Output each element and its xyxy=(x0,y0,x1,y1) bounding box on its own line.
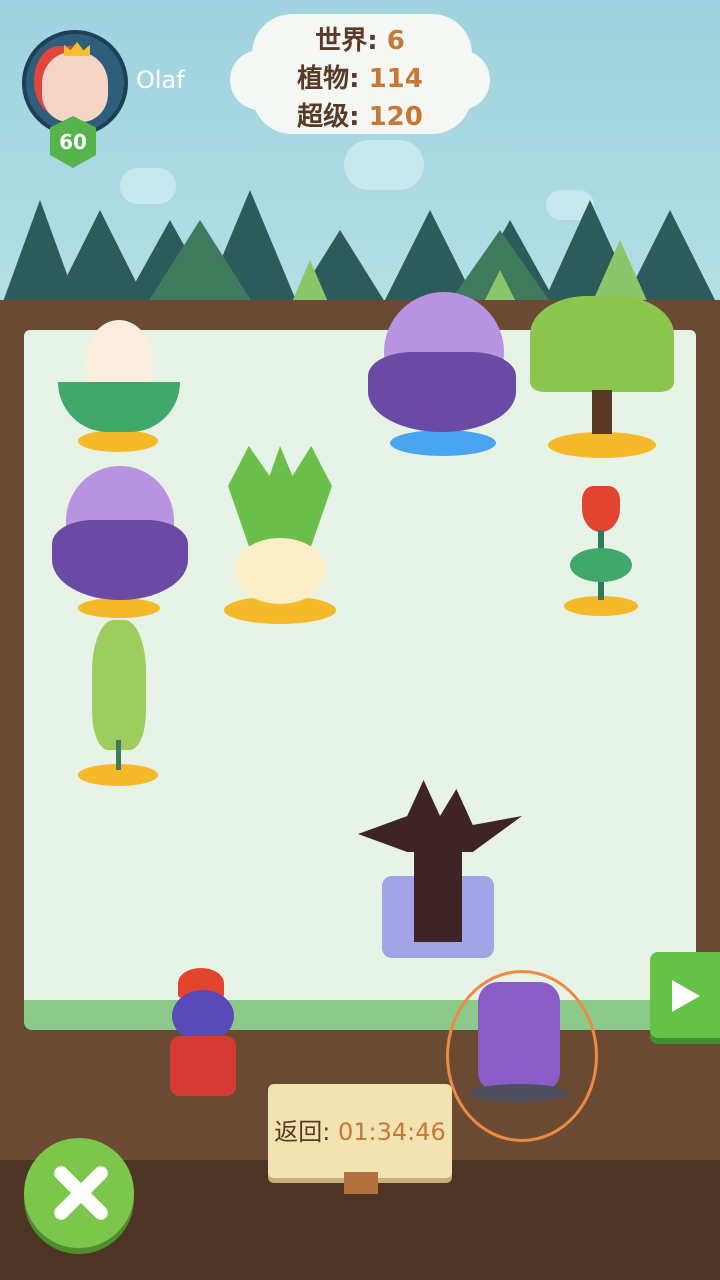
tree-trunk xyxy=(592,390,612,434)
plant-white-bulb[interactable] xyxy=(58,320,180,454)
plant-purple-cabbage-blue[interactable] xyxy=(368,292,516,462)
cabbage-leaves xyxy=(368,352,516,432)
tulip-flower xyxy=(582,486,620,532)
plants-value: 114 xyxy=(368,64,423,94)
santa-monster-character[interactable] xyxy=(150,968,254,1104)
annotation-circle xyxy=(446,970,598,1142)
plant-leaf-stack[interactable] xyxy=(78,620,158,790)
super-stat: 超级: 120 xyxy=(230,96,490,133)
return-timer-sign: 返回: 01:34:46 xyxy=(268,1084,452,1178)
cabbage-leaves xyxy=(52,520,188,600)
plants-stat: 植物: 114 xyxy=(230,58,490,95)
plants-label: 植物: xyxy=(297,64,360,94)
leek-leaves xyxy=(228,446,332,546)
plant-leek-radish[interactable] xyxy=(218,446,342,630)
play-arrow-icon xyxy=(672,980,700,1012)
plant-red-tulip[interactable] xyxy=(562,466,640,620)
plant-purple-cabbage[interactable] xyxy=(52,466,188,622)
sign-post xyxy=(344,1172,378,1194)
leaf-bowl xyxy=(58,382,180,432)
return-countdown: 01:34:46 xyxy=(337,1118,446,1146)
world-stat: 世界: 6 xyxy=(230,20,490,57)
blue-pedestal xyxy=(390,430,496,456)
gold-pedestal xyxy=(548,432,656,458)
super-label: 超级: xyxy=(297,102,360,132)
next-button[interactable] xyxy=(650,952,720,1038)
avatar-face xyxy=(42,52,108,122)
garden-edge xyxy=(24,1000,696,1030)
plant-dark-tree[interactable] xyxy=(358,780,522,966)
super-value: 120 xyxy=(368,102,423,132)
crown-icon xyxy=(64,42,90,56)
santa-suit xyxy=(170,1036,236,1096)
monster-head xyxy=(172,990,234,1042)
bush-crown xyxy=(530,296,674,392)
return-label: 返回: xyxy=(274,1118,331,1146)
world-value: 6 xyxy=(386,26,405,56)
plant-green-bush-tree[interactable] xyxy=(530,296,674,462)
leaf-stack-stem xyxy=(116,740,121,770)
close-button[interactable] xyxy=(24,1138,134,1248)
world-label: 世界: xyxy=(315,26,378,56)
return-timer: 返回: 01:34:46 xyxy=(268,1112,452,1147)
radish-body xyxy=(234,538,326,604)
tulip-leaves xyxy=(570,548,632,582)
gold-pedestal xyxy=(78,430,158,452)
stats-panel: 世界: 6 植物: 114 超级: 120 xyxy=(230,14,490,134)
gold-pedestal xyxy=(78,598,160,618)
leaf-stack-body xyxy=(92,620,146,750)
player-name: Olaf xyxy=(136,66,185,94)
